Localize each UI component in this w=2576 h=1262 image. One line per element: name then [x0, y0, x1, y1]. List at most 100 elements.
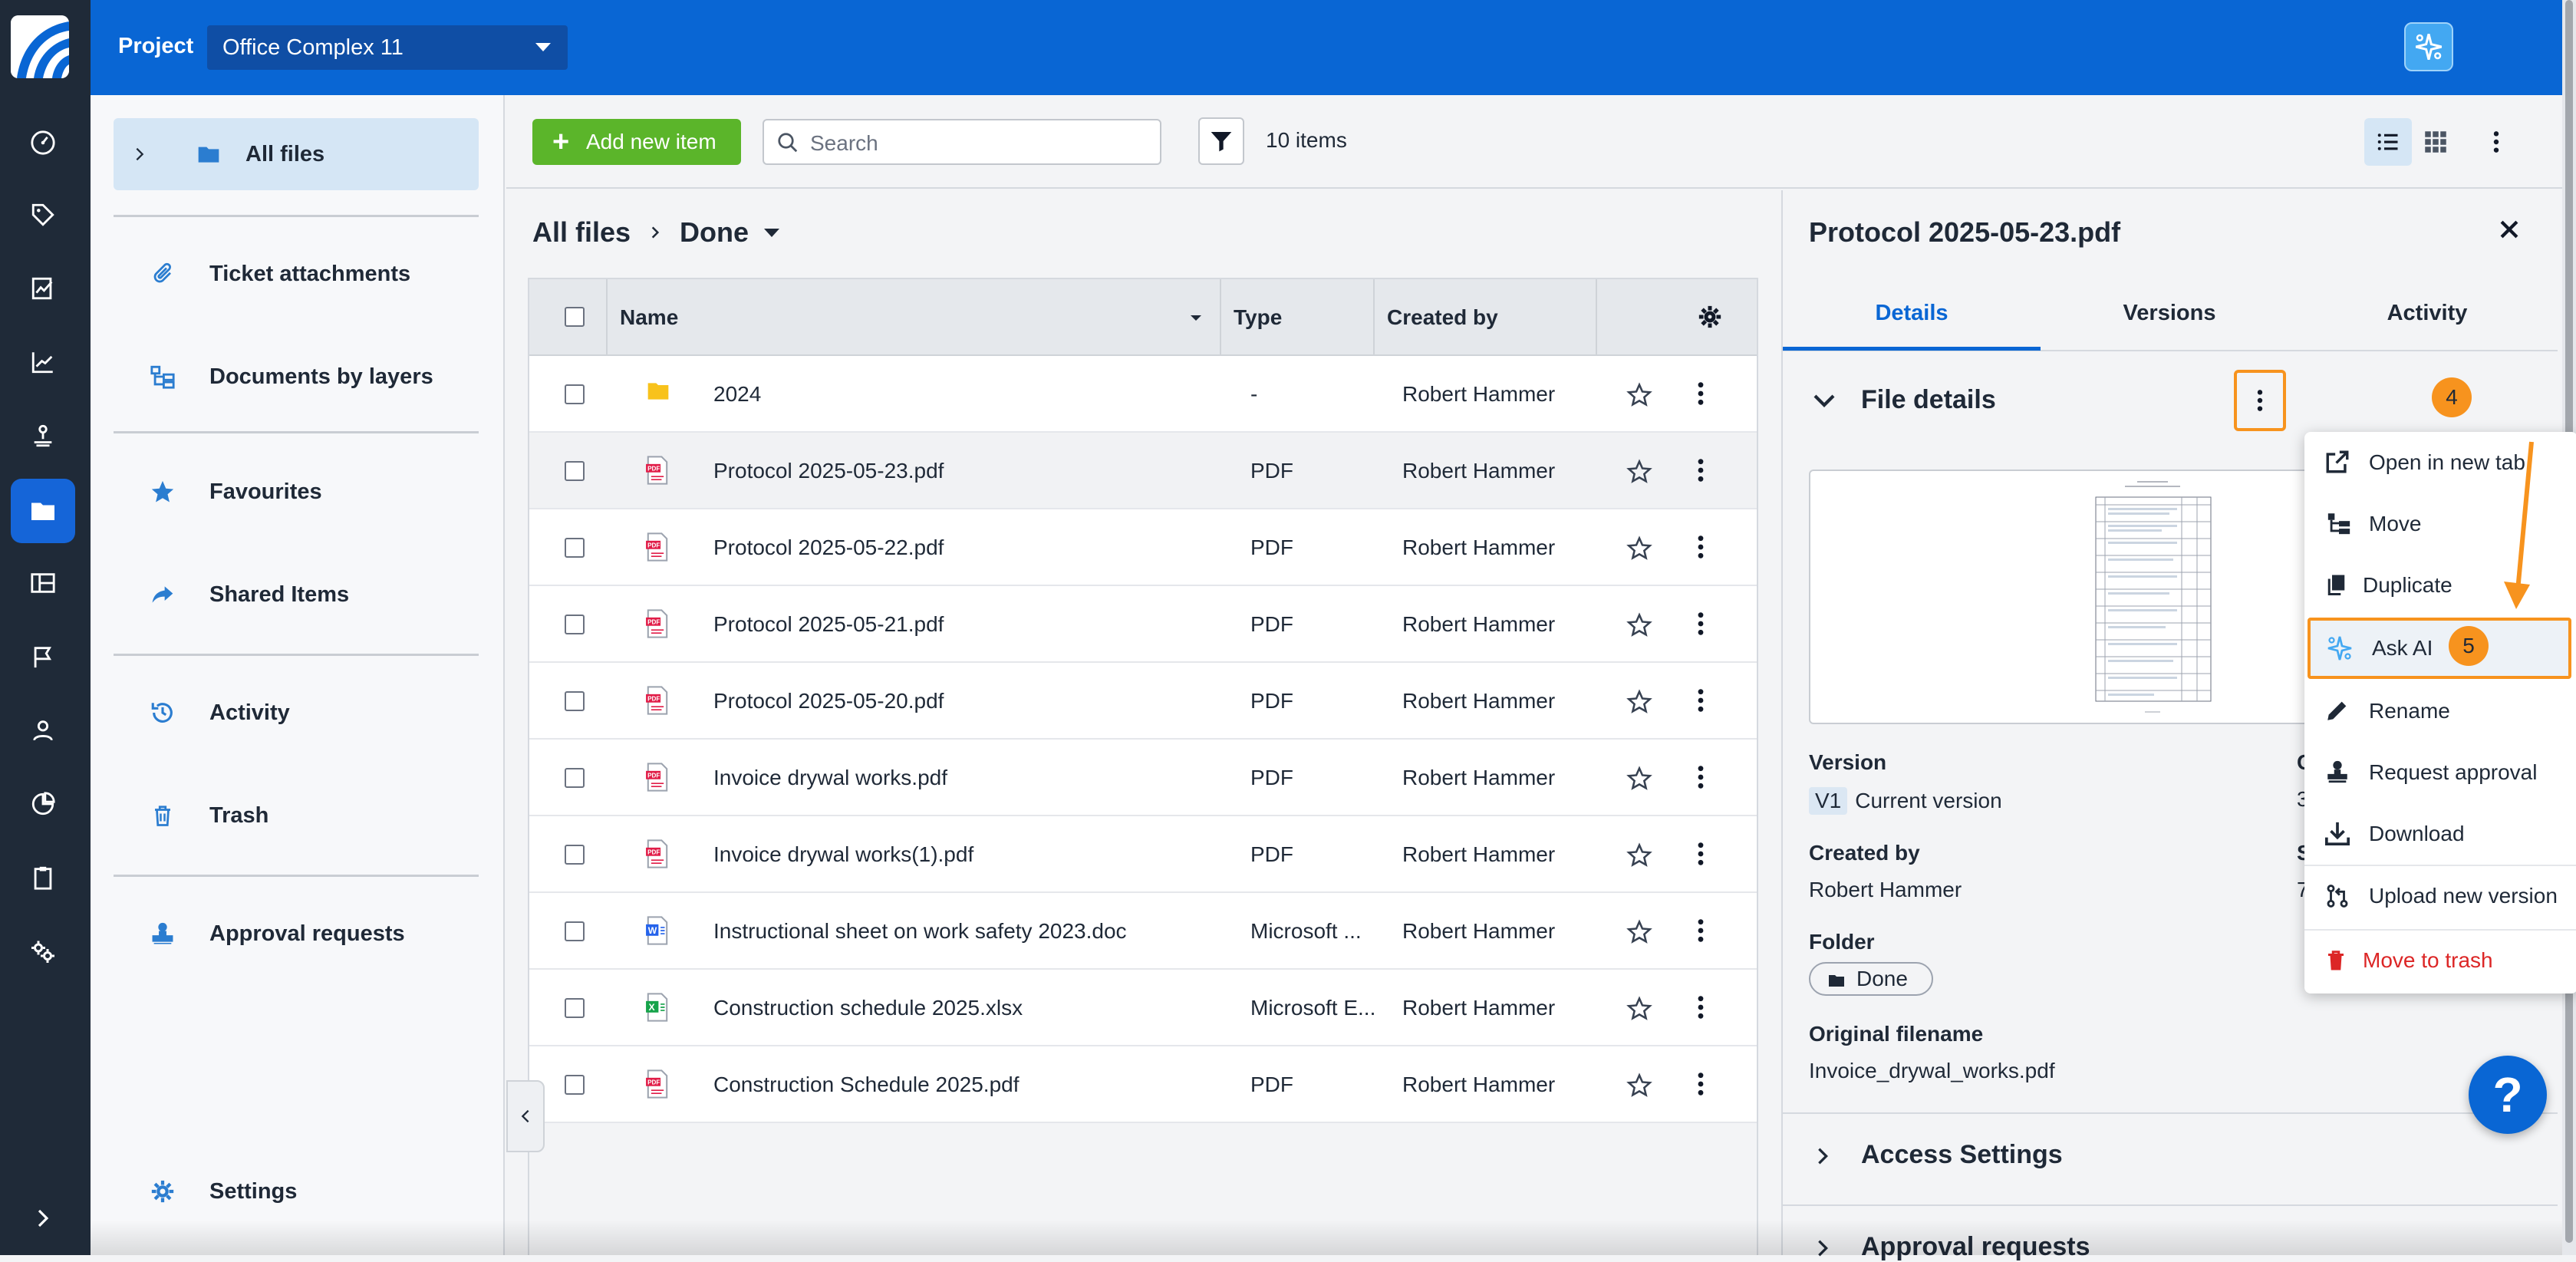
table-row[interactable]: PDF Invoice drywal works(1).pdf PDF Robert … [529, 816, 1757, 893]
file-name[interactable]: 2024 [713, 382, 761, 407]
table-row[interactable]: PDF Protocol 2025-05-20.pdf PDF Robert Hamm… [529, 663, 1757, 740]
document-thumbnail[interactable] [1809, 470, 2321, 724]
user-icon[interactable] [23, 710, 63, 750]
row-checkbox[interactable] [565, 384, 585, 404]
sidebar-item-documents-by-layers[interactable]: Documents by layers [114, 341, 479, 413]
list-view-button[interactable] [2364, 118, 2412, 166]
menu-item-move-to-trash[interactable]: Move to trash [2304, 929, 2576, 990]
chart-edit-icon[interactable] [23, 269, 63, 308]
pie-chart-icon[interactable] [23, 784, 63, 824]
plans-icon[interactable] [23, 563, 63, 603]
row-more-icon[interactable] [1697, 841, 1705, 867]
file-details-more-button[interactable] [2234, 370, 2286, 431]
table-row[interactable]: W Instructional sheet on work safety 2023… [529, 893, 1757, 970]
sidebar-item-approval-requests[interactable]: Approval requests [114, 898, 479, 970]
table-row[interactable]: X Construction schedule 2025.xlsx Microsof… [529, 970, 1757, 1046]
column-header-created-by[interactable]: Created by [1387, 305, 1498, 330]
grid-view-button[interactable] [2412, 118, 2459, 166]
sidebar-item-ticket-attachments[interactable]: Ticket attachments [114, 238, 479, 310]
row-checkbox[interactable] [565, 691, 585, 711]
file-name[interactable]: Protocol 2025-05-22.pdf [713, 535, 944, 560]
tab-details[interactable]: Details [1783, 301, 2041, 326]
favourite-star-icon[interactable] [1626, 459, 1652, 485]
menu-item-download[interactable]: Download [2304, 803, 2576, 865]
settings-gears-icon[interactable] [23, 931, 63, 971]
sidebar-item-activity[interactable]: Activity [114, 677, 479, 749]
favourite-star-icon[interactable] [1626, 766, 1652, 792]
favourite-star-icon[interactable] [1626, 919, 1652, 945]
favourite-star-icon[interactable] [1626, 382, 1652, 408]
row-more-icon[interactable] [1697, 994, 1705, 1020]
row-checkbox[interactable] [565, 615, 585, 634]
filter-button[interactable] [1198, 117, 1244, 165]
row-more-icon[interactable] [1697, 534, 1705, 560]
app-logo[interactable] [11, 15, 69, 78]
row-more-icon[interactable] [1697, 1071, 1705, 1097]
menu-item-ask-ai[interactable]: Ask AI [2308, 618, 2571, 679]
file-name[interactable]: Protocol 2025-05-20.pdf [713, 689, 944, 713]
file-name[interactable]: Protocol 2025-05-23.pdf [713, 459, 944, 483]
add-new-item-button[interactable]: + Add new item [532, 119, 741, 165]
tab-activity[interactable]: Activity [2298, 301, 2556, 326]
sidebar-item-shared-items[interactable]: Shared Items [114, 559, 479, 631]
file-name[interactable]: Instructional sheet on work safety 2023.… [713, 919, 1127, 944]
collapse-panel-button[interactable] [506, 1080, 545, 1152]
gear-icon[interactable] [1697, 304, 1723, 330]
row-more-icon[interactable] [1697, 611, 1705, 637]
table-row[interactable]: PDF Protocol 2025-05-23.pdf PDF Robert Hamm… [529, 433, 1757, 509]
close-icon[interactable] [2496, 216, 2522, 242]
search-input[interactable]: Search [763, 119, 1161, 165]
help-button[interactable]: ? [2469, 1056, 2547, 1134]
file-name[interactable]: Invoice drywal works(1).pdf [713, 842, 973, 867]
column-header-type[interactable]: Type [1234, 305, 1282, 330]
toolbar-more-button[interactable] [2481, 118, 2512, 166]
favourite-star-icon[interactable] [1626, 535, 1652, 562]
file-name[interactable]: Protocol 2025-05-21.pdf [713, 612, 944, 637]
file-name[interactable]: Construction schedule 2025.xlsx [713, 996, 1023, 1020]
table-row[interactable]: PDF Construction Schedule 2025.pdf PDF Robe… [529, 1046, 1757, 1123]
favourite-star-icon[interactable] [1626, 1073, 1652, 1099]
sidebar-item-trash[interactable]: Trash [114, 779, 479, 852]
tab-versions[interactable]: Versions [2041, 301, 2298, 326]
sidebar-item-all-files[interactable]: All files [114, 118, 479, 190]
row-more-icon[interactable] [1697, 457, 1705, 483]
flag-icon[interactable] [23, 637, 63, 677]
tag-icon[interactable] [23, 195, 63, 235]
row-checkbox[interactable] [565, 845, 585, 865]
sidebar-item-settings[interactable]: Settings [114, 1155, 479, 1227]
table-row[interactable]: PDF Invoice drywal works.pdf PDF Robert Ham… [529, 740, 1757, 816]
row-more-icon[interactable] [1697, 918, 1705, 944]
select-all-checkbox[interactable] [565, 307, 585, 327]
favourite-star-icon[interactable] [1626, 996, 1652, 1022]
files-icon[interactable] [11, 479, 75, 543]
row-checkbox[interactable] [565, 921, 585, 941]
row-checkbox[interactable] [565, 768, 585, 788]
column-header-name[interactable]: Name [620, 305, 678, 330]
file-name[interactable]: Invoice drywal works.pdf [713, 766, 947, 790]
file-name[interactable]: Construction Schedule 2025.pdf [713, 1073, 1020, 1097]
analytics-icon[interactable] [23, 342, 63, 382]
favourite-star-icon[interactable] [1626, 689, 1652, 715]
expand-chevron-icon[interactable] [23, 1198, 63, 1238]
row-checkbox[interactable] [565, 1075, 585, 1095]
breadcrumb-current[interactable]: Done [680, 216, 749, 249]
breadcrumb-root[interactable]: All files [532, 216, 631, 249]
clipboard-icon[interactable] [23, 858, 63, 898]
ai-assistant-button[interactable] [2404, 22, 2453, 71]
table-row[interactable]: PDF Protocol 2025-05-22.pdf PDF Robert Hamm… [529, 509, 1757, 586]
sort-caret-icon[interactable] [1191, 315, 1201, 321]
caret-down-icon[interactable] [764, 228, 780, 237]
row-more-icon[interactable] [1697, 687, 1705, 713]
dashboard-icon[interactable] [23, 123, 63, 163]
row-checkbox[interactable] [565, 538, 585, 558]
survey-icon[interactable] [23, 416, 63, 456]
row-more-icon[interactable] [1697, 764, 1705, 790]
row-more-icon[interactable] [1697, 381, 1705, 407]
favourite-star-icon[interactable] [1626, 842, 1652, 868]
menu-item-rename[interactable]: Rename [2304, 680, 2576, 742]
row-checkbox[interactable] [565, 998, 585, 1018]
project-select[interactable]: Office Complex 11 [207, 25, 568, 70]
menu-item-upload-new-version[interactable]: Upload new version [2304, 865, 2576, 926]
folder-chip[interactable]: Done [1809, 962, 1933, 996]
table-row[interactable]: 2024 - Robert Hammer [529, 356, 1757, 433]
